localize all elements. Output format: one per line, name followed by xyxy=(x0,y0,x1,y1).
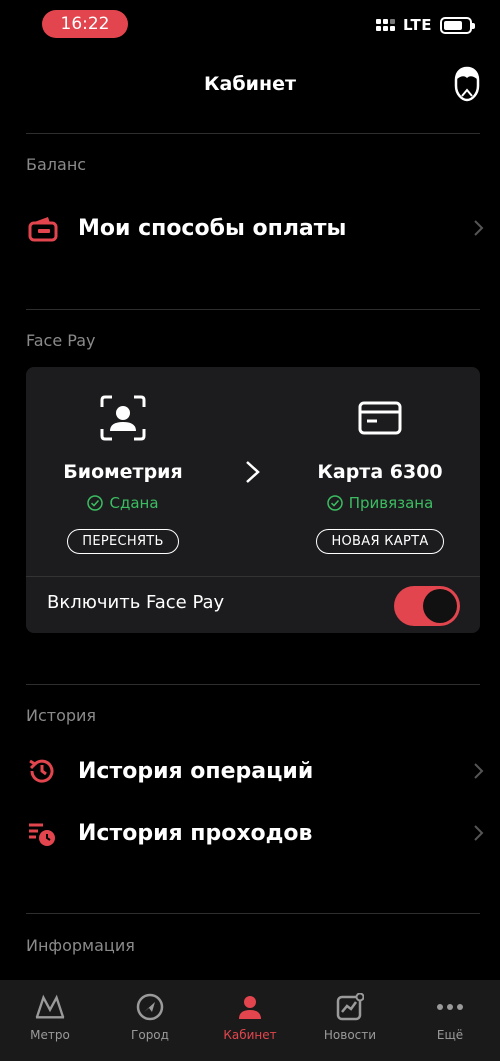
chevron-right-icon xyxy=(474,763,484,779)
facepay-toggle[interactable] xyxy=(394,586,460,626)
divider xyxy=(26,913,480,914)
section-label-info: Информация xyxy=(26,936,135,955)
check-circle-icon xyxy=(326,495,343,511)
tab-label: Ещё xyxy=(436,1028,464,1042)
section-label-facepay: Face Pay xyxy=(26,331,96,350)
tab-cabinet[interactable]: Кабинет xyxy=(200,980,300,1061)
card-title: Карта 6300 xyxy=(317,461,443,483)
tab-label: Метро xyxy=(30,1028,70,1042)
passes-history-label: История проходов xyxy=(78,820,313,846)
page-title: Кабинет xyxy=(204,73,296,95)
passes-history-icon xyxy=(26,817,58,849)
payment-methods-item[interactable]: Мои способы оплаты xyxy=(26,208,486,248)
check-circle-icon xyxy=(87,495,104,511)
signal-icon xyxy=(375,19,395,31)
status-indicators: LTE xyxy=(375,16,475,34)
biometry-title: Биометрия xyxy=(63,461,183,483)
compass-icon xyxy=(135,992,165,1022)
tab-more[interactable]: Ещё xyxy=(400,980,500,1061)
new-card-button[interactable]: НОВАЯ КАРТА xyxy=(316,529,444,554)
section-label-balance: Баланс xyxy=(26,155,87,174)
person-icon xyxy=(235,992,265,1022)
section-label-history: История xyxy=(26,706,97,725)
biometry-status-text: Сдана xyxy=(109,494,159,512)
face-scan-icon xyxy=(100,395,146,441)
divider xyxy=(26,684,480,685)
tab-label: Новости xyxy=(323,1028,377,1042)
bottom-tab-bar: Метро Город Кабинет Новости Ещё xyxy=(0,980,500,1061)
status-time: 16:22 xyxy=(42,10,128,38)
wallet-icon xyxy=(26,212,58,244)
payment-methods-label: Мои способы оплаты xyxy=(78,215,347,241)
divider xyxy=(26,576,480,577)
history-clock-icon xyxy=(26,755,58,787)
battery-icon xyxy=(440,16,475,34)
tab-city[interactable]: Город xyxy=(100,980,200,1061)
profile-avatar-icon[interactable] xyxy=(452,66,482,102)
toggle-knob xyxy=(423,589,457,623)
card-status-text: Привязана xyxy=(348,494,434,512)
operations-history-item[interactable]: История операций xyxy=(26,751,486,791)
more-dots-icon xyxy=(435,992,465,1022)
facepay-toggle-label: Включить Face Pay xyxy=(47,592,225,613)
divider xyxy=(26,133,480,134)
card-block: Карта 6300 Привязана НОВАЯ КАРТА xyxy=(285,367,475,554)
biometry-status: Сдана xyxy=(28,494,218,512)
status-bar: 16:22 LTE xyxy=(0,0,500,50)
tab-metro[interactable]: Метро xyxy=(0,980,100,1061)
tab-news[interactable]: Новости xyxy=(300,980,400,1061)
chevron-right-icon xyxy=(474,220,484,236)
chevron-right-icon xyxy=(474,825,484,841)
operations-history-label: История операций xyxy=(78,758,314,784)
retake-button[interactable]: ПЕРЕСНЯТЬ xyxy=(67,529,179,554)
biometry-block: Биометрия Сдана ПЕРЕСНЯТЬ xyxy=(28,367,218,554)
news-chart-icon xyxy=(335,992,365,1022)
tab-label: Город xyxy=(131,1028,169,1042)
passes-history-item[interactable]: История проходов xyxy=(26,813,486,853)
chevron-right-icon xyxy=(246,461,260,483)
credit-card-icon xyxy=(358,401,402,435)
metro-icon xyxy=(35,992,65,1022)
facepay-card: Биометрия Сдана ПЕРЕСНЯТЬ Карта 6300 При… xyxy=(26,367,480,633)
network-type: LTE xyxy=(402,16,432,34)
divider xyxy=(26,309,480,310)
card-status: Привязана xyxy=(285,494,475,512)
tab-label: Кабинет xyxy=(223,1028,277,1042)
